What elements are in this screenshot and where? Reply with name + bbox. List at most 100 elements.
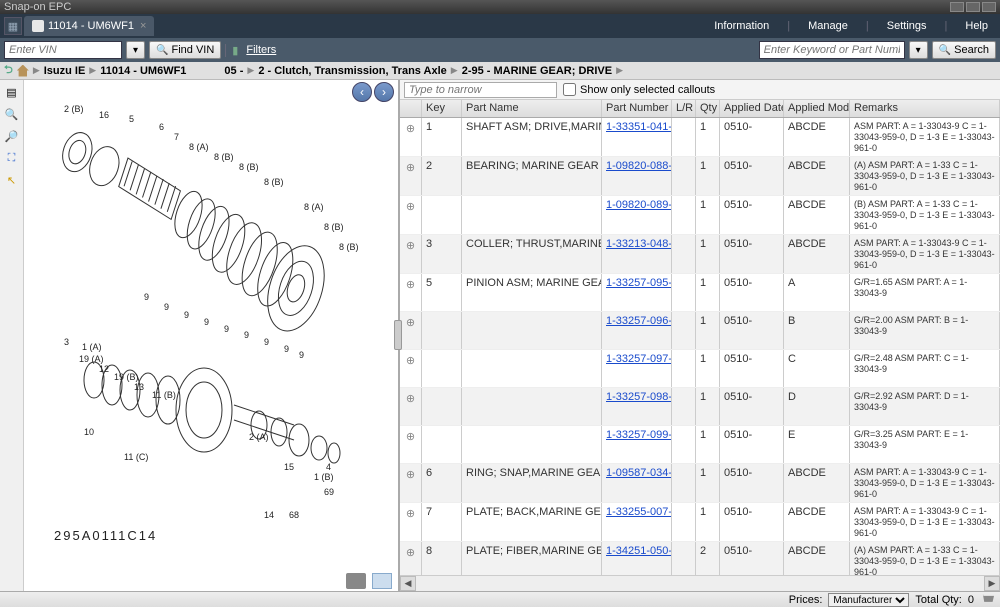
cart-icon[interactable] <box>980 594 994 606</box>
close-tab-icon[interactable]: × <box>140 20 146 32</box>
show-selected-input[interactable] <box>563 83 576 96</box>
cell-part-number[interactable]: 1-09820-088-0 <box>602 157 672 195</box>
col-applied-date[interactable]: Applied Date <box>720 100 784 117</box>
document-tab[interactable]: 11014 - UM6WF1 × <box>24 16 154 36</box>
table-row[interactable]: ⊕3COLLER; THRUST,MARINE GEAR1-33213-048-… <box>400 235 1000 274</box>
cell-part-number[interactable]: 1-33213-048-0 <box>602 235 672 273</box>
table-row[interactable]: ⊕1-33257-096-010510-BG/R=2.00 ASM PART: … <box>400 312 1000 350</box>
expand-icon[interactable]: ⊕ <box>400 196 422 234</box>
search-button[interactable]: 🔍 Search <box>932 41 996 59</box>
email-icon[interactable] <box>372 573 392 589</box>
table-row[interactable]: ⊕6RING; SNAP,MARINE GEAR1-09587-034-0105… <box>400 464 1000 503</box>
maximize-button[interactable] <box>966 2 980 12</box>
cell-remarks: (A) ASM PART: A = 1-33 C = 1-33043-959-0… <box>850 542 1000 575</box>
grid-body[interactable]: ⊕1SHAFT ASM; DRIVE,MARINE GEAR1-33351-04… <box>400 118 1000 575</box>
table-row[interactable]: ⊕1SHAFT ASM; DRIVE,MARINE GEAR1-33351-04… <box>400 118 1000 157</box>
cell-part-number[interactable]: 1-33351-041-0 <box>602 118 672 156</box>
cell-part-number[interactable]: 1-09587-034-0 <box>602 464 672 502</box>
layout-icon[interactable]: ▤ <box>4 84 20 100</box>
parts-diagram[interactable]: 2 (B)1656 78 (A)8 (B) 8 (B)8 (B) 8 (A)8 … <box>34 100 384 540</box>
prev-diagram-button[interactable]: ‹ <box>352 82 372 102</box>
filters-link[interactable]: Filters <box>246 44 276 56</box>
cell-applied-date: 0510- <box>720 464 784 502</box>
expand-icon[interactable]: ⊕ <box>400 426 422 463</box>
link-manage[interactable]: Manage <box>800 20 856 32</box>
expand-icon[interactable]: ⊕ <box>400 503 422 541</box>
svg-text:6: 6 <box>159 122 164 132</box>
expand-icon[interactable]: ⊕ <box>400 542 422 575</box>
close-window-button[interactable] <box>982 2 996 12</box>
expand-icon[interactable]: ⊕ <box>400 274 422 311</box>
link-settings[interactable]: Settings <box>879 20 935 32</box>
keyword-input[interactable] <box>759 41 905 59</box>
crumb-group[interactable]: 2 - Clutch, Transmission, Trans Axle <box>258 65 446 77</box>
cell-part-number[interactable]: 1-34251-050-0 <box>602 542 672 575</box>
table-row[interactable]: ⊕2BEARING; MARINE GEAR1-09820-088-010510… <box>400 157 1000 196</box>
minimize-button[interactable] <box>950 2 964 12</box>
show-selected-checkbox[interactable]: Show only selected callouts <box>563 83 715 96</box>
expand-icon[interactable]: ⊕ <box>400 388 422 425</box>
scroll-left-icon[interactable]: ◀ <box>400 576 416 591</box>
cell-lr <box>672 118 696 156</box>
expand-icon[interactable]: ⊕ <box>400 235 422 273</box>
app-menu-button[interactable]: ▦ <box>4 17 22 35</box>
table-row[interactable]: ⊕1-33257-099-010510-EG/R=3.25 ASM PART: … <box>400 426 1000 464</box>
scroll-right-icon[interactable]: ▶ <box>984 576 1000 591</box>
link-information[interactable]: Information <box>706 20 777 32</box>
col-applied-model[interactable]: Applied Model <box>784 100 850 117</box>
crumb-catalog[interactable]: Isuzu IE <box>44 65 86 77</box>
cell-part-number[interactable]: 1-33255-007-0 <box>602 503 672 541</box>
cell-part-number[interactable]: 1-33257-098-0 <box>602 388 672 425</box>
expand-icon[interactable]: ⊕ <box>400 312 422 349</box>
table-row[interactable]: ⊕8PLATE; FIBER,MARINE GEAR1-34251-050-02… <box>400 542 1000 575</box>
zoom-in-icon[interactable]: 🔍 <box>4 106 20 122</box>
cell-applied-date: 0510- <box>720 274 784 311</box>
col-part-number[interactable]: Part Number <box>602 100 672 117</box>
col-qty[interactable]: Qty <box>696 100 720 117</box>
col-part-name[interactable]: Part Name <box>462 100 602 117</box>
col-lr[interactable]: L/R <box>672 100 696 117</box>
splitter-handle[interactable] <box>394 320 402 350</box>
back-icon[interactable]: ⮌ <box>4 61 13 80</box>
cell-qty: 1 <box>696 464 720 502</box>
expand-icon[interactable]: ⊕ <box>400 350 422 387</box>
narrow-input[interactable] <box>404 82 557 98</box>
table-row[interactable]: ⊕5PINION ASM; MARINE GEAR1-33257-095-010… <box>400 274 1000 312</box>
crumb-vehicle[interactable]: 11014 - UM6WF1 <box>100 65 186 77</box>
cell-part-number[interactable]: 1-33257-097-0 <box>602 350 672 387</box>
vin-input[interactable] <box>4 41 122 59</box>
expand-icon[interactable]: ⊕ <box>400 118 422 156</box>
cell-applied-date: 0510- <box>720 350 784 387</box>
horizontal-scrollbar[interactable]: ◀ ▶ <box>400 575 1000 591</box>
crumb-assembly[interactable]: 2-95 - MARINE GEAR; DRIVE <box>462 65 612 77</box>
link-help[interactable]: Help <box>957 20 996 32</box>
next-diagram-button[interactable]: › <box>374 82 394 102</box>
svg-text:9: 9 <box>204 317 209 327</box>
expand-icon[interactable]: ⊕ <box>400 157 422 195</box>
pointer-icon[interactable]: ↖ <box>4 172 20 188</box>
home-icon[interactable] <box>17 65 29 77</box>
col-key[interactable]: Key <box>422 100 462 117</box>
print-icon[interactable] <box>346 573 366 589</box>
svg-text:19 (A): 19 (A) <box>79 354 104 364</box>
table-row[interactable]: ⊕1-33257-097-010510-CG/R=2.48 ASM PART: … <box>400 350 1000 388</box>
prices-select[interactable]: Manufacturer <box>828 593 909 607</box>
cell-part-number[interactable]: 1-33257-095-0 <box>602 274 672 311</box>
fit-icon[interactable]: ⛶ <box>4 150 20 166</box>
svg-text:12: 12 <box>99 364 109 374</box>
cell-part-number[interactable]: 1-09820-089-0 <box>602 196 672 234</box>
table-row[interactable]: ⊕1-09820-089-010510-ABCDE(B) ASM PART: A… <box>400 196 1000 235</box>
cell-part-number[interactable]: 1-33257-099-0 <box>602 426 672 463</box>
vin-dropdown-button[interactable]: ▾ <box>126 41 145 59</box>
table-row[interactable]: ⊕1-33257-098-010510-DG/R=2.92 ASM PART: … <box>400 388 1000 426</box>
cell-applied-model: D <box>784 388 850 425</box>
cell-qty: 1 <box>696 196 720 234</box>
zoom-out-icon[interactable]: 🔎 <box>4 128 20 144</box>
cell-part-number[interactable]: 1-33257-096-0 <box>602 312 672 349</box>
keyword-dropdown-button[interactable]: ▾ <box>909 41 928 59</box>
crumb-section[interactable]: 05 - <box>224 65 243 77</box>
table-row[interactable]: ⊕7PLATE; BACK,MARINE GEAR1-33255-007-010… <box>400 503 1000 542</box>
find-vin-button[interactable]: 🔍 Find VIN <box>149 41 221 59</box>
col-remarks[interactable]: Remarks <box>850 100 1000 117</box>
expand-icon[interactable]: ⊕ <box>400 464 422 502</box>
